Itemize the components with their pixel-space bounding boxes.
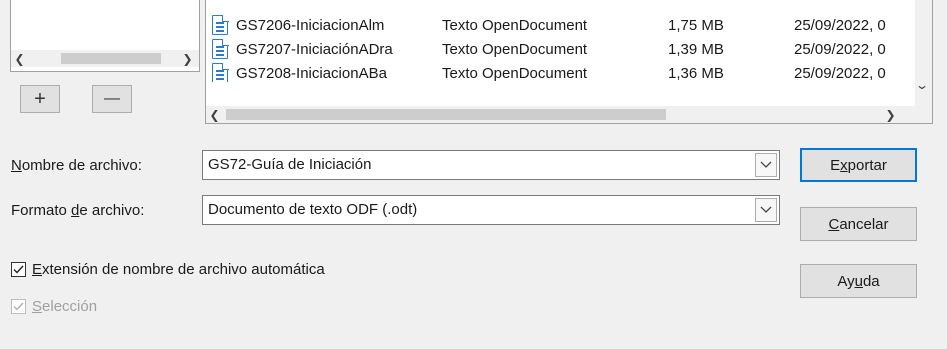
scroll-right-icon[interactable]: ❯ <box>179 50 196 67</box>
auto-extension-label: Extensión de nombre de archivo automátic… <box>32 261 325 278</box>
file-name: GS7206-IniciacionAlm <box>236 17 385 34</box>
scrollbar-thumb[interactable] <box>61 53 161 64</box>
minus-icon: — <box>104 90 120 107</box>
file-type: Texto OpenDocument <box>442 41 588 58</box>
help-button[interactable]: Ay u da <box>800 264 917 298</box>
file-list-horizontal-scrollbar[interactable]: ❮ ❯ <box>206 106 932 123</box>
file-name: GS7208-IniciacionABa <box>236 65 387 82</box>
auto-extension-option[interactable]: Extensión de nombre de archivo automátic… <box>11 261 325 278</box>
format-label: Formato de archivo: <box>11 202 145 219</box>
places-horizontal-scrollbar[interactable]: ❮ ❯ <box>11 50 199 67</box>
filename-label: Nombre de archivo: <box>11 157 142 174</box>
document-icon <box>212 62 229 82</box>
selection-option: Selección <box>11 298 97 315</box>
file-size: 1,75 MB <box>668 17 724 34</box>
chevron-down-icon[interactable] <box>755 153 777 177</box>
file-date: 25/09/2022, 0 <box>794 17 886 34</box>
chevron-down-icon[interactable] <box>755 198 777 222</box>
export-button[interactable]: Ex portar <box>800 148 917 182</box>
file-row[interactable]: GS7208-IniciacionABa Texto OpenDocument … <box>206 62 916 82</box>
selection-label: Selección <box>32 298 98 315</box>
file-list-vertical-scrollbar[interactable]: ⌄ <box>915 0 932 106</box>
file-type: Texto OpenDocument <box>442 17 588 34</box>
file-row[interactable]: GS7207-IniciaciónADra Texto OpenDocument… <box>206 38 916 62</box>
file-size: 1,39 MB <box>668 41 724 58</box>
format-combobox[interactable]: Documento de texto ODF (.odt) <box>202 195 780 225</box>
checkmark-icon <box>13 265 24 274</box>
places-panel[interactable]: ❮ ❯ <box>10 0 200 72</box>
file-date: 25/09/2022, 0 <box>794 41 886 58</box>
checkmark-icon <box>13 302 24 311</box>
scroll-left-icon[interactable]: ❮ <box>206 106 223 123</box>
scroll-right-icon[interactable]: ❯ <box>882 106 899 123</box>
scroll-down-icon[interactable]: ⌄ <box>915 78 929 92</box>
file-list[interactable]: GS7206-IniciacionAlm Texto OpenDocument … <box>205 0 933 124</box>
format-value: Documento de texto ODF (.odt) <box>208 201 418 218</box>
filename-combobox[interactable]: GS72-Guía de Iniciación <box>202 150 780 180</box>
plus-icon: + <box>34 87 46 110</box>
filename-input[interactable]: GS72-Guía de Iniciación <box>208 156 371 173</box>
file-date: 25/09/2022, 0 <box>794 65 886 82</box>
cancel-button[interactable]: Cancelar <box>800 207 917 241</box>
document-icon <box>212 38 229 59</box>
scrollbar-thumb[interactable] <box>226 109 666 120</box>
file-size: 1,36 MB <box>668 65 724 82</box>
selection-checkbox <box>11 299 26 314</box>
add-place-button[interactable]: + <box>20 85 60 113</box>
file-type: Texto OpenDocument <box>442 65 588 82</box>
file-row[interactable]: GS7206-IniciacionAlm Texto OpenDocument … <box>206 14 916 38</box>
auto-extension-checkbox[interactable] <box>11 262 26 277</box>
file-name: GS7207-IniciaciónADra <box>236 41 393 58</box>
remove-place-button[interactable]: — <box>92 85 132 113</box>
scroll-left-icon[interactable]: ❮ <box>11 50 28 67</box>
document-icon <box>212 14 229 35</box>
